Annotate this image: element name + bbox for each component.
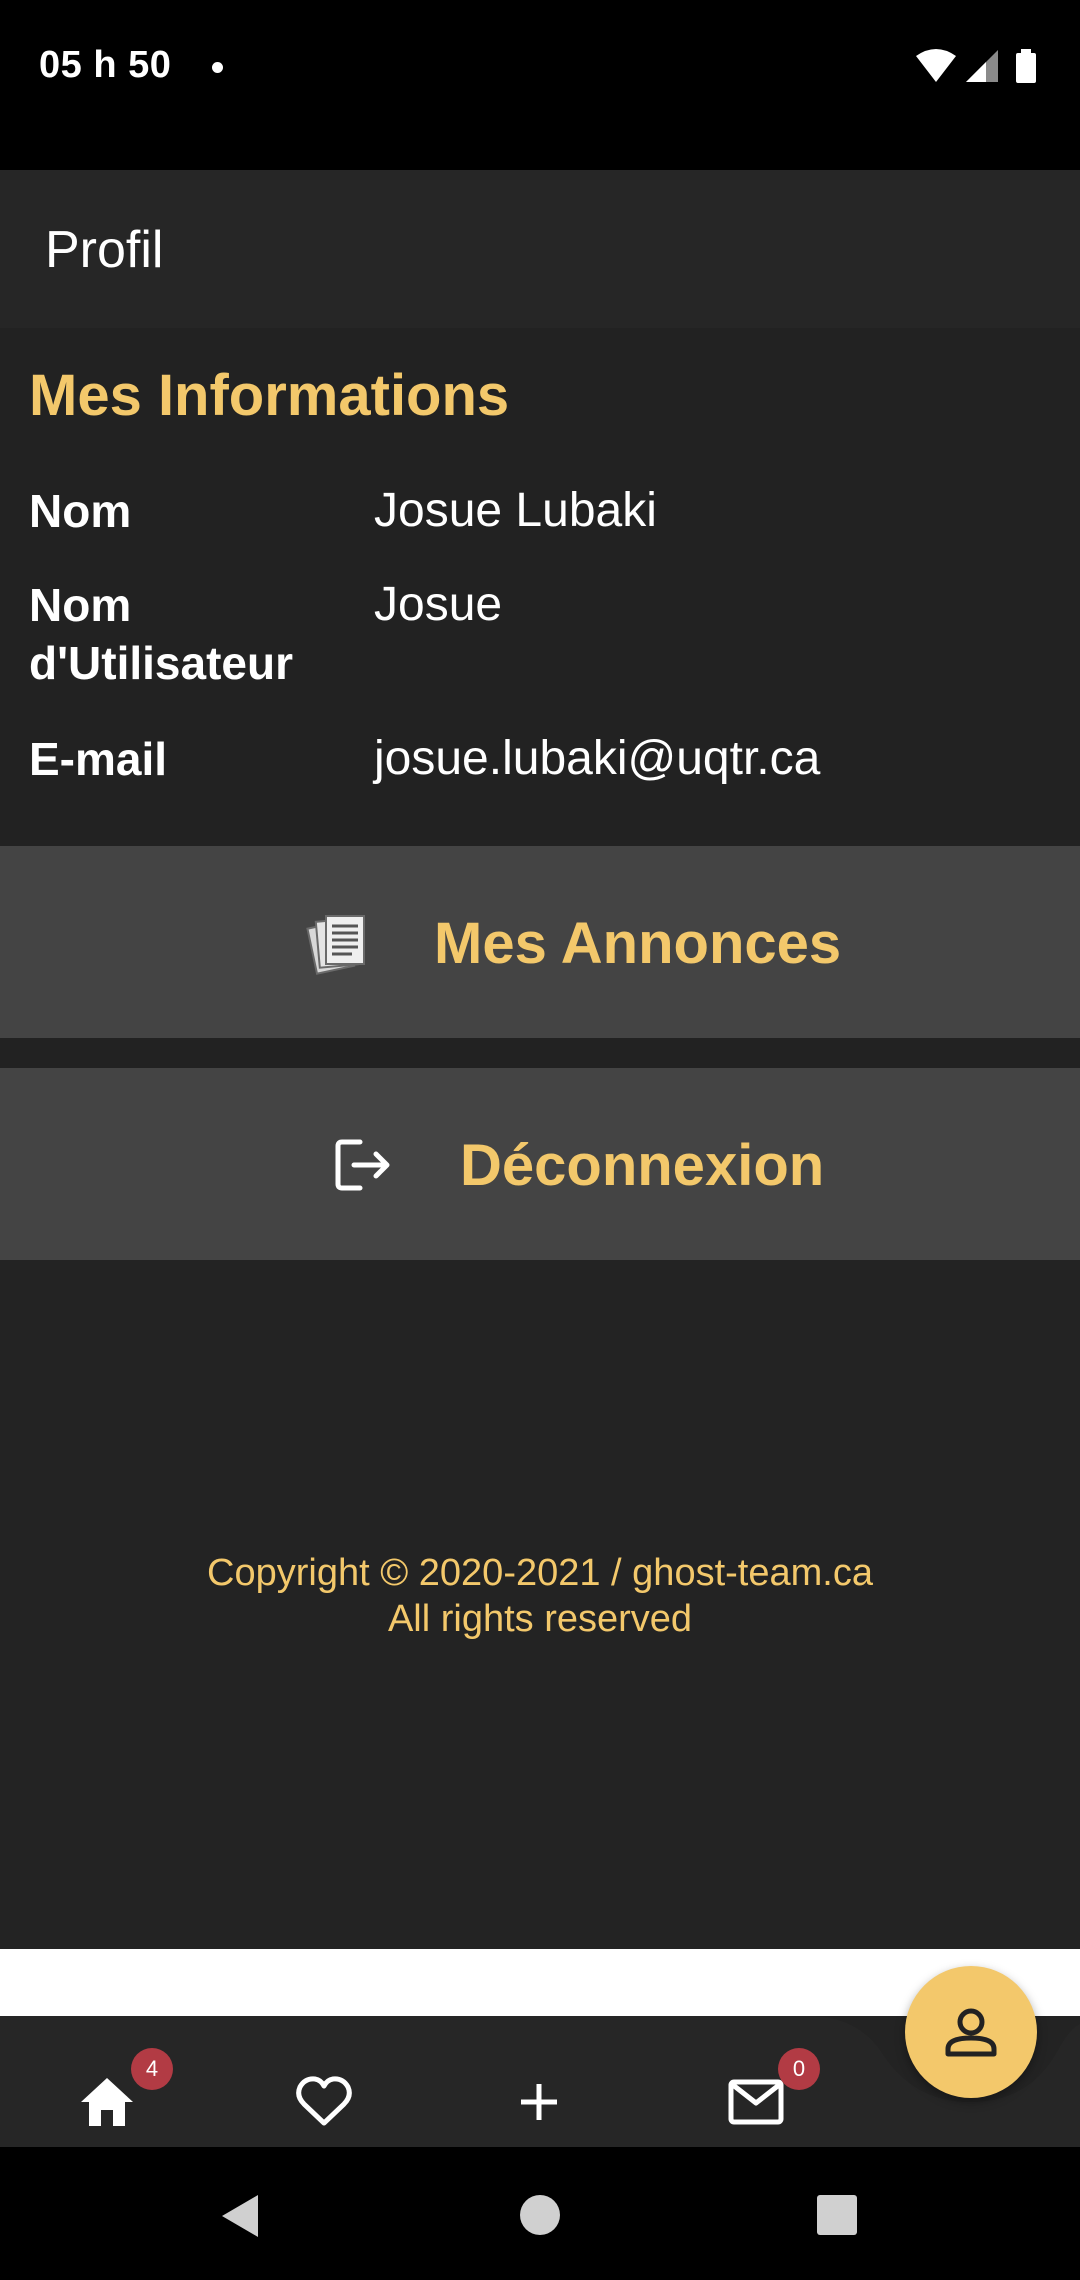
- wifi-icon: [916, 49, 956, 82]
- username-value: Josue: [374, 578, 503, 631]
- profile-screen: 05 h 50 Profil Mes Informations Nom Josu…: [0, 0, 1080, 2280]
- email-label: E-mail: [29, 733, 168, 785]
- logout-label: Déconnexion: [460, 1133, 825, 1198]
- status-time: 05 h 50: [39, 44, 172, 86]
- logout-button[interactable]: Déconnexion: [0, 1068, 1080, 1260]
- logout-icon: [335, 1139, 390, 1191]
- documents-icon: [306, 915, 365, 975]
- home-icon: [81, 2078, 133, 2126]
- email-value: josue.lubaki@uqtr.ca: [374, 732, 821, 785]
- app-bar: Profil: [0, 170, 1080, 328]
- info-section: Mes Informations Nom Josue Lubaki Nom d'…: [0, 328, 1080, 846]
- nav-favorites[interactable]: [279, 2057, 369, 2147]
- rights-text: All rights reserved: [387, 1598, 693, 1640]
- my-listings-button[interactable]: Mes Annonces: [0, 846, 1080, 1038]
- footer: Copyright © 2020-2021 / ghost-team.ca Al…: [0, 1550, 1080, 1642]
- nav-add[interactable]: [494, 2057, 584, 2147]
- messages-badge: 0: [778, 2048, 820, 2090]
- system-nav-bar: [0, 2147, 1080, 2280]
- recents-icon[interactable]: [817, 2195, 857, 2235]
- name-label: Nom: [29, 485, 132, 537]
- home-badge: 4: [131, 2048, 173, 2090]
- my-listings-label: Mes Annonces: [434, 911, 842, 976]
- battery-icon: [1016, 49, 1036, 83]
- mail-icon: [728, 2079, 784, 2125]
- divider: [0, 1038, 1080, 1068]
- status-icons: [916, 49, 1036, 83]
- signal-icon: [966, 50, 998, 82]
- home-circle-icon[interactable]: [518, 2193, 562, 2237]
- status-bar: 05 h 50: [0, 0, 1080, 170]
- heart-icon: [296, 2076, 352, 2126]
- page-title: Profil: [45, 221, 164, 279]
- profile-fab[interactable]: [905, 1966, 1037, 2098]
- plus-icon: [521, 2084, 557, 2120]
- username-label: Nom d'Utilisateur: [29, 579, 293, 689]
- back-icon[interactable]: [218, 2193, 262, 2239]
- person-icon: [945, 2008, 997, 2057]
- copyright-text: Copyright © 2020-2021 / ghost-team.ca: [207, 1552, 873, 1594]
- section-title: Mes Informations: [29, 363, 510, 428]
- name-value: Josue Lubaki: [374, 484, 657, 537]
- notification-dot-icon: [212, 62, 223, 73]
